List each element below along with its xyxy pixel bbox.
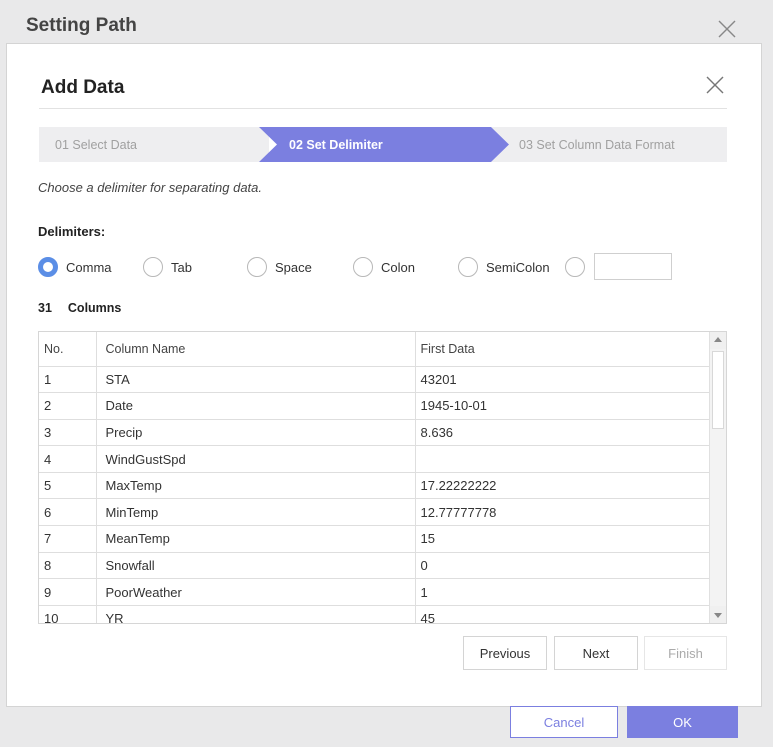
table-scrollbar[interactable] — [709, 332, 726, 623]
cell-first-data: 17.22222222 — [415, 472, 711, 500]
radio-tab[interactable]: Tab — [143, 256, 192, 278]
table-row[interactable]: 4 WindGustSpd — [39, 445, 711, 473]
cell-column-name: Precip — [96, 419, 416, 447]
column-count-label: Columns — [67, 301, 122, 315]
step-select-data[interactable]: 01 Select Data — [39, 127, 269, 162]
cell-column-name: Snowfall — [96, 552, 416, 580]
table-row[interactable]: 5 MaxTemp 17.22222222 — [39, 472, 711, 500]
cell-no: 2 — [39, 392, 97, 420]
delimiters-heading: Delimiters: — [38, 224, 106, 239]
radio-custom[interactable] — [565, 256, 593, 278]
cell-no: 1 — [39, 366, 97, 394]
table-row[interactable]: 9 PoorWeather 1 — [39, 578, 711, 606]
table-row[interactable]: 3 Precip 8.636 — [39, 419, 711, 447]
title-divider — [39, 108, 727, 109]
step-column-format[interactable]: 03 Set Column Data Format — [491, 127, 727, 162]
radio-unchecked-icon[interactable] — [565, 257, 585, 277]
instruction-text: Choose a delimiter for separating data. — [38, 180, 263, 195]
radio-unchecked-icon[interactable] — [458, 257, 478, 277]
wizard-steps: 01 Select Data 03 Set Column Data Format… — [39, 127, 727, 162]
next-button[interactable]: Next — [554, 636, 638, 670]
radio-label: Tab — [171, 259, 192, 275]
cell-no: 8 — [39, 552, 97, 580]
custom-delimiter-input[interactable] — [594, 253, 672, 280]
cancel-button[interactable]: Cancel — [510, 706, 618, 738]
table-body: 1 STA 43201 2 Date 1945-10-01 3 Precip 8.636 4 Win… — [39, 366, 711, 623]
cell-first-data: 1 — [415, 578, 711, 606]
radio-label: Comma — [66, 259, 112, 275]
radio-label: Space — [275, 259, 312, 275]
step-label: 02 Set Delimiter — [289, 137, 383, 152]
cell-no: 3 — [39, 419, 97, 447]
radio-colon[interactable]: Colon — [353, 256, 415, 278]
column-count-value: 31 — [38, 301, 52, 315]
cell-no: 6 — [39, 498, 97, 527]
table-row[interactable]: 6 MinTemp 12.77777778 — [39, 498, 711, 527]
cell-column-name: Date — [96, 392, 416, 420]
previous-button[interactable]: Previous — [463, 636, 547, 670]
cell-first-data: 1945-10-01 — [415, 392, 711, 420]
cell-first-data: 43201 — [415, 366, 711, 394]
cell-column-name: MaxTemp — [96, 472, 416, 500]
step-label: 03 Set Column Data Format — [519, 137, 675, 152]
cell-first-data — [415, 445, 711, 473]
table-row[interactable]: 1 STA 43201 — [39, 366, 711, 394]
radio-checked-icon[interactable] — [38, 257, 58, 277]
cell-no: 10 — [39, 605, 97, 623]
radio-semicolon[interactable]: SemiColon — [458, 256, 550, 278]
table-row[interactable]: 7 MeanTemp 15 — [39, 525, 711, 553]
column-count: 31 Columns — [38, 301, 137, 315]
finish-button[interactable]: Finish — [644, 636, 727, 670]
cell-first-data: 15 — [415, 525, 711, 553]
table-header-row: No. Column Name First Data — [39, 332, 711, 367]
scroll-down-icon[interactable] — [710, 606, 726, 623]
radio-unchecked-icon[interactable] — [247, 257, 267, 277]
cell-no: 5 — [39, 472, 97, 500]
table-row[interactable]: 8 Snowfall 0 — [39, 552, 711, 580]
cell-first-data: 0 — [415, 552, 711, 580]
cell-no: 9 — [39, 578, 97, 606]
columns-table: No. Column Name First Data 1 STA 43201 2 Dat… — [38, 331, 727, 624]
cell-column-name: STA — [96, 366, 416, 394]
cell-column-name: WindGustSpd — [96, 445, 416, 473]
header-no: No. — [39, 332, 97, 367]
radio-label: Colon — [381, 259, 415, 275]
cell-no: 4 — [39, 445, 97, 473]
radio-unchecked-icon[interactable] — [143, 257, 163, 277]
table-row[interactable]: 10 YR 45 — [39, 605, 711, 623]
dialog-close-icon[interactable] — [704, 74, 726, 96]
outer-close-icon[interactable] — [716, 18, 738, 40]
cell-no: 7 — [39, 525, 97, 553]
cell-first-data: 8.636 — [415, 419, 711, 447]
radio-space[interactable]: Space — [247, 256, 312, 278]
dialog-title: Add Data — [41, 77, 125, 98]
cell-column-name: YR — [96, 605, 416, 623]
ok-button[interactable]: OK — [627, 706, 738, 738]
cell-first-data: 12.77777778 — [415, 498, 711, 527]
cell-first-data: 45 — [415, 605, 711, 623]
step-label: 01 Select Data — [55, 137, 137, 152]
step-set-delimiter[interactable]: 02 Set Delimiter — [259, 127, 509, 162]
scrollbar-thumb[interactable] — [712, 351, 724, 429]
columns-grid: No. Column Name First Data 1 STA 43201 2 Dat… — [39, 332, 711, 623]
header-first-data: First Data — [415, 332, 711, 367]
header-column-name: Column Name — [96, 332, 416, 367]
add-data-dialog: Add Data 01 Select Data 03 Set Column Da… — [6, 43, 762, 707]
radio-label: SemiColon — [486, 259, 550, 275]
outer-dialog-title: Setting Path — [26, 15, 137, 36]
radio-unchecked-icon[interactable] — [353, 257, 373, 277]
cell-column-name: MinTemp — [96, 498, 416, 527]
radio-comma[interactable]: Comma — [38, 256, 112, 278]
cell-column-name: MeanTemp — [96, 525, 416, 553]
table-row[interactable]: 2 Date 1945-10-01 — [39, 392, 711, 420]
scroll-up-icon[interactable] — [710, 332, 726, 349]
cell-column-name: PoorWeather — [96, 578, 416, 606]
